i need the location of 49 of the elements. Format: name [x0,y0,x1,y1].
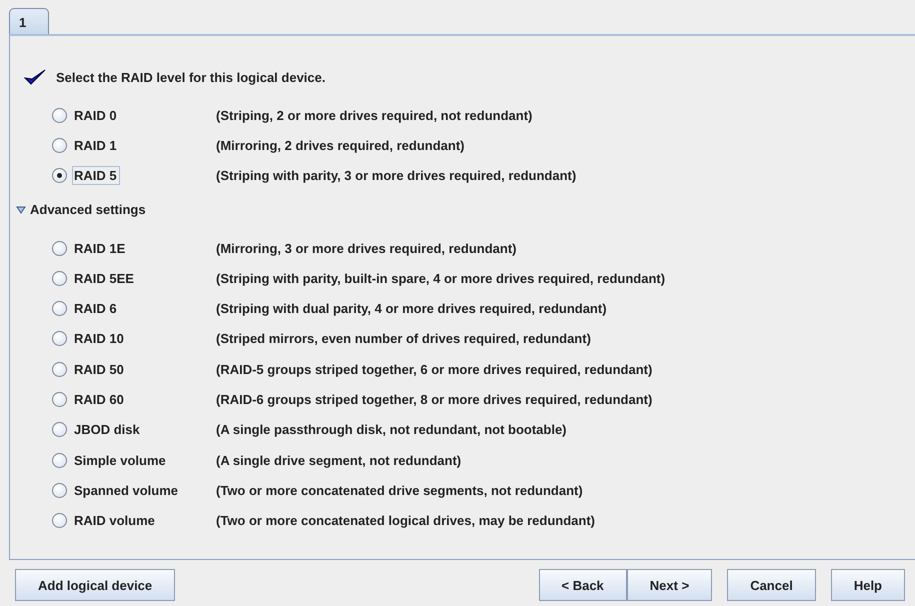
radio-label[interactable]: RAID 5EE [73,270,136,287]
add-logical-device-button[interactable]: Add logical device [15,569,176,601]
raid-description: (Two or more concatenated drive segments, not redundant) [216,482,583,498]
radio-button[interactable] [52,422,67,438]
radio-button[interactable] [52,513,67,528]
raid-description: (Mirroring, 2 drives required, redundant) [216,138,464,153]
radio-label[interactable]: RAID volume [73,512,157,530]
radio-button[interactable] [52,240,67,256]
radio-label[interactable]: RAID 5 [73,167,119,184]
advanced-settings-toggle[interactable]: Advanced settings [16,196,915,223]
radio-button[interactable] [52,331,67,346]
raid-description: (RAID-6 groups striped together, 8 or more drives required, redundant) [216,392,652,408]
radio-label[interactable]: RAID 60 [73,391,126,408]
raid-description: (Striping, 2 or more drives required, not redundant) [216,108,532,123]
radio-button[interactable] [52,362,67,377]
tab[interactable]: 1 [9,8,49,34]
dialog-button[interactable]: < Back [538,569,627,601]
raid-description: (Striping with parity, 3 or more drives required, redundant) [216,168,576,184]
radio-label[interactable]: Spanned volume [73,482,180,499]
radio-label[interactable]: RAID 1 [73,136,119,154]
radio-button[interactable] [52,452,67,468]
raid-description: (Two or more concatenated logical drives, may be redundant) [216,513,596,528]
raid-description: (Mirroring, 3 or more drives required, redundant) [216,240,516,256]
raid-description: (A single passthrough disk, not redundant, not bootable) [216,422,567,438]
raid-description: (Striping with parity, built-in spare, 4 or more drives required, redundant) [216,270,666,286]
radio-button[interactable] [52,482,67,498]
triangle-icon [16,206,26,214]
raid-description: (Striped mirrors, even number of drives required, redundant) [216,331,591,346]
dialog-button[interactable]: Help [830,569,905,601]
radio-label[interactable]: RAID 10 [73,330,126,348]
checkmark-icon [24,68,46,86]
radio-label[interactable]: Simple volume [73,452,168,469]
radio-label[interactable]: RAID 6 [73,300,119,318]
raid-description: (A single drive segment, not redundant) [216,452,462,468]
radio-label[interactable]: RAID 50 [73,360,126,378]
radio-button[interactable] [52,270,67,286]
radio-label[interactable]: JBOD disk [73,421,142,438]
radio-label[interactable]: RAID 0 [73,106,119,124]
raid-description: (Striping with dual parity, 4 or more drives required, redundant) [216,301,607,316]
dialog-button[interactable]: Next > [626,569,712,601]
raid-description: (RAID-5 groups striped together, 6 or more drives required, redundant) [216,362,652,377]
radio-button[interactable] [52,108,67,123]
instruction-text: Select the RAID level for this logical device. [56,70,326,84]
dialog-button[interactable]: Cancel [727,569,816,601]
radio-button[interactable] [52,138,67,153]
radio-button[interactable] [52,168,67,184]
radio-button[interactable] [52,301,67,316]
radio-button[interactable] [52,392,67,408]
radio-label[interactable]: RAID 1E [73,240,128,257]
